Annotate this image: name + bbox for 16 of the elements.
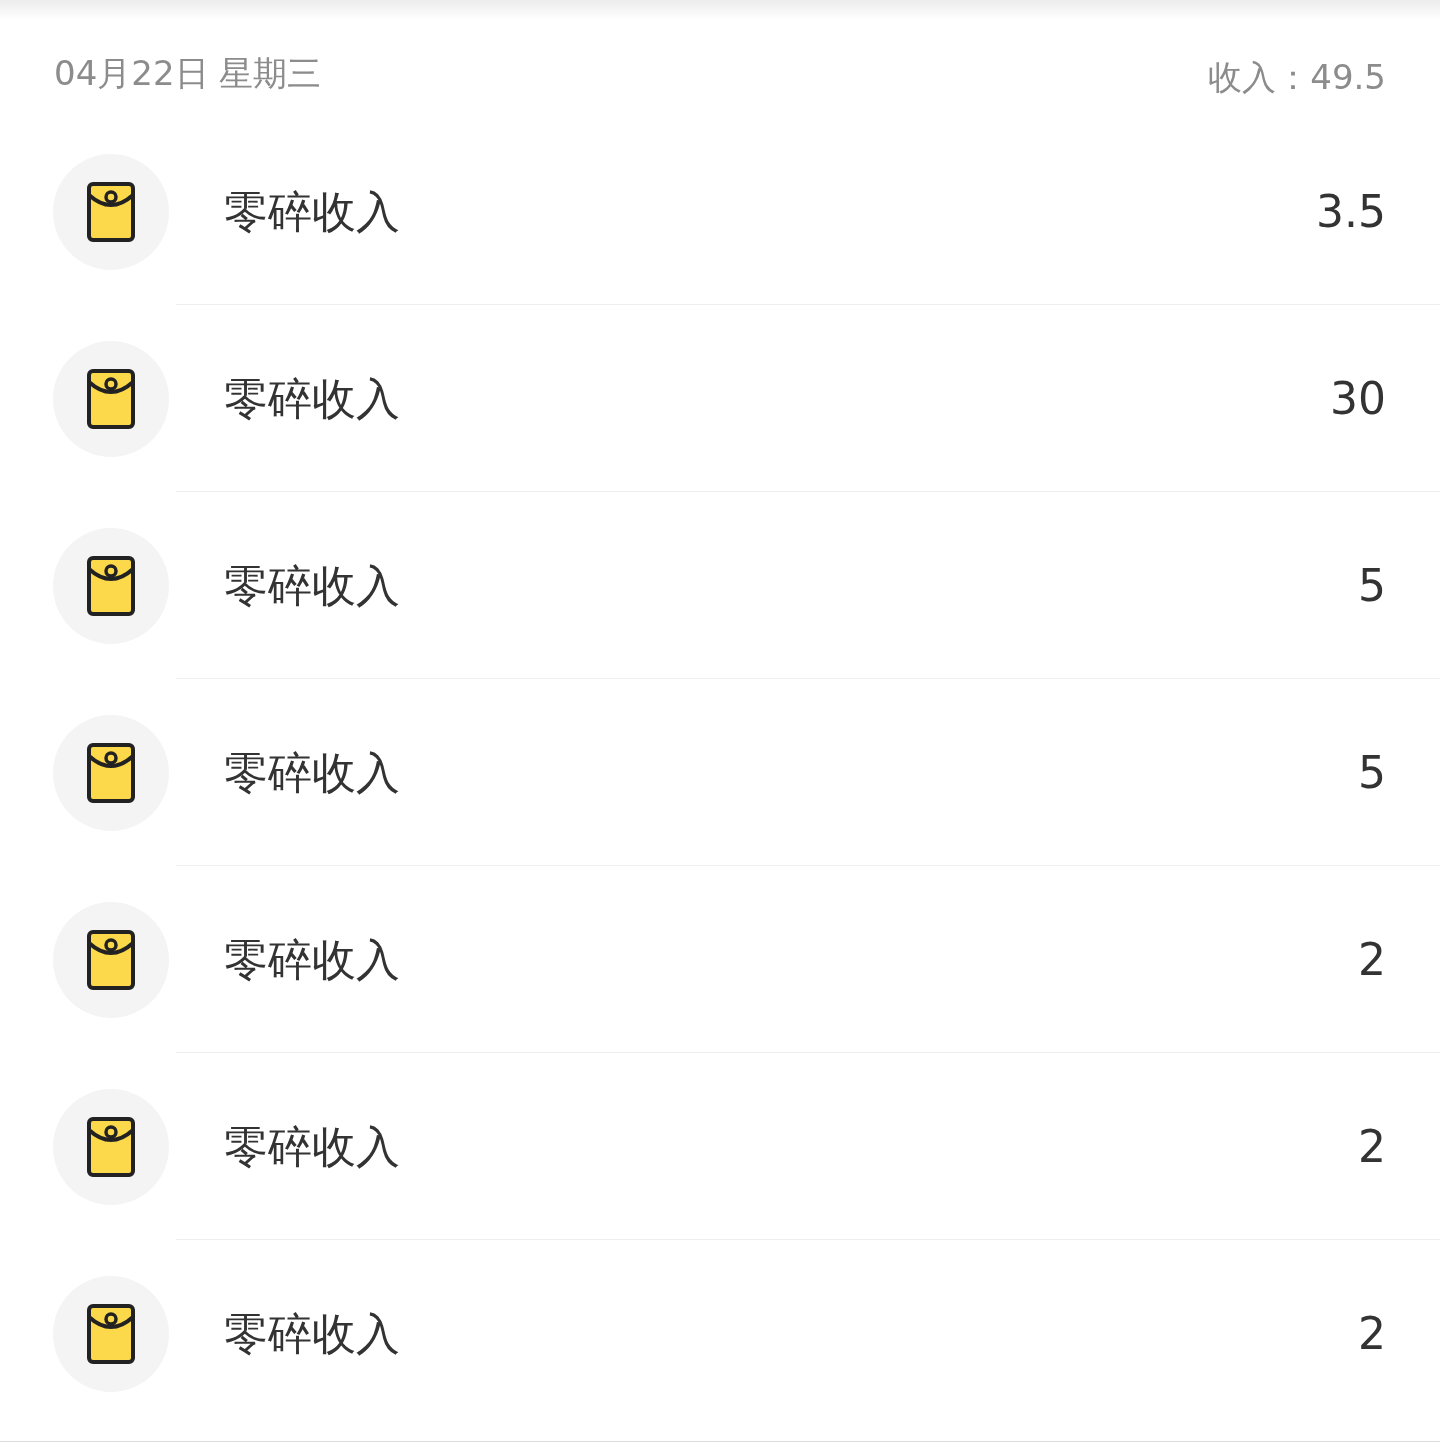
entry-amount: 2 xyxy=(1358,1119,1386,1174)
entry-amount: 30 xyxy=(1330,371,1386,426)
entry-amount: 3.5 xyxy=(1316,184,1386,239)
entry-title: 零碎收入 xyxy=(224,558,400,613)
entry-title: 零碎收入 xyxy=(224,184,400,239)
income-total: 收入：49.5 xyxy=(1208,55,1386,99)
entry-amount: 5 xyxy=(1358,745,1386,800)
date-label: 04月22日 星期三 xyxy=(54,51,322,95)
entry-amount: 2 xyxy=(1358,932,1386,987)
entry-amount: 5 xyxy=(1358,558,1386,613)
entry-title: 零碎收入 xyxy=(224,1306,400,1361)
entry-title: 零碎收入 xyxy=(224,745,400,800)
entry-amount: 2 xyxy=(1358,1306,1386,1361)
entry-title: 零碎收入 xyxy=(224,1119,400,1174)
entry-title: 零碎收入 xyxy=(224,932,400,987)
entry-title: 零碎收入 xyxy=(224,371,400,426)
